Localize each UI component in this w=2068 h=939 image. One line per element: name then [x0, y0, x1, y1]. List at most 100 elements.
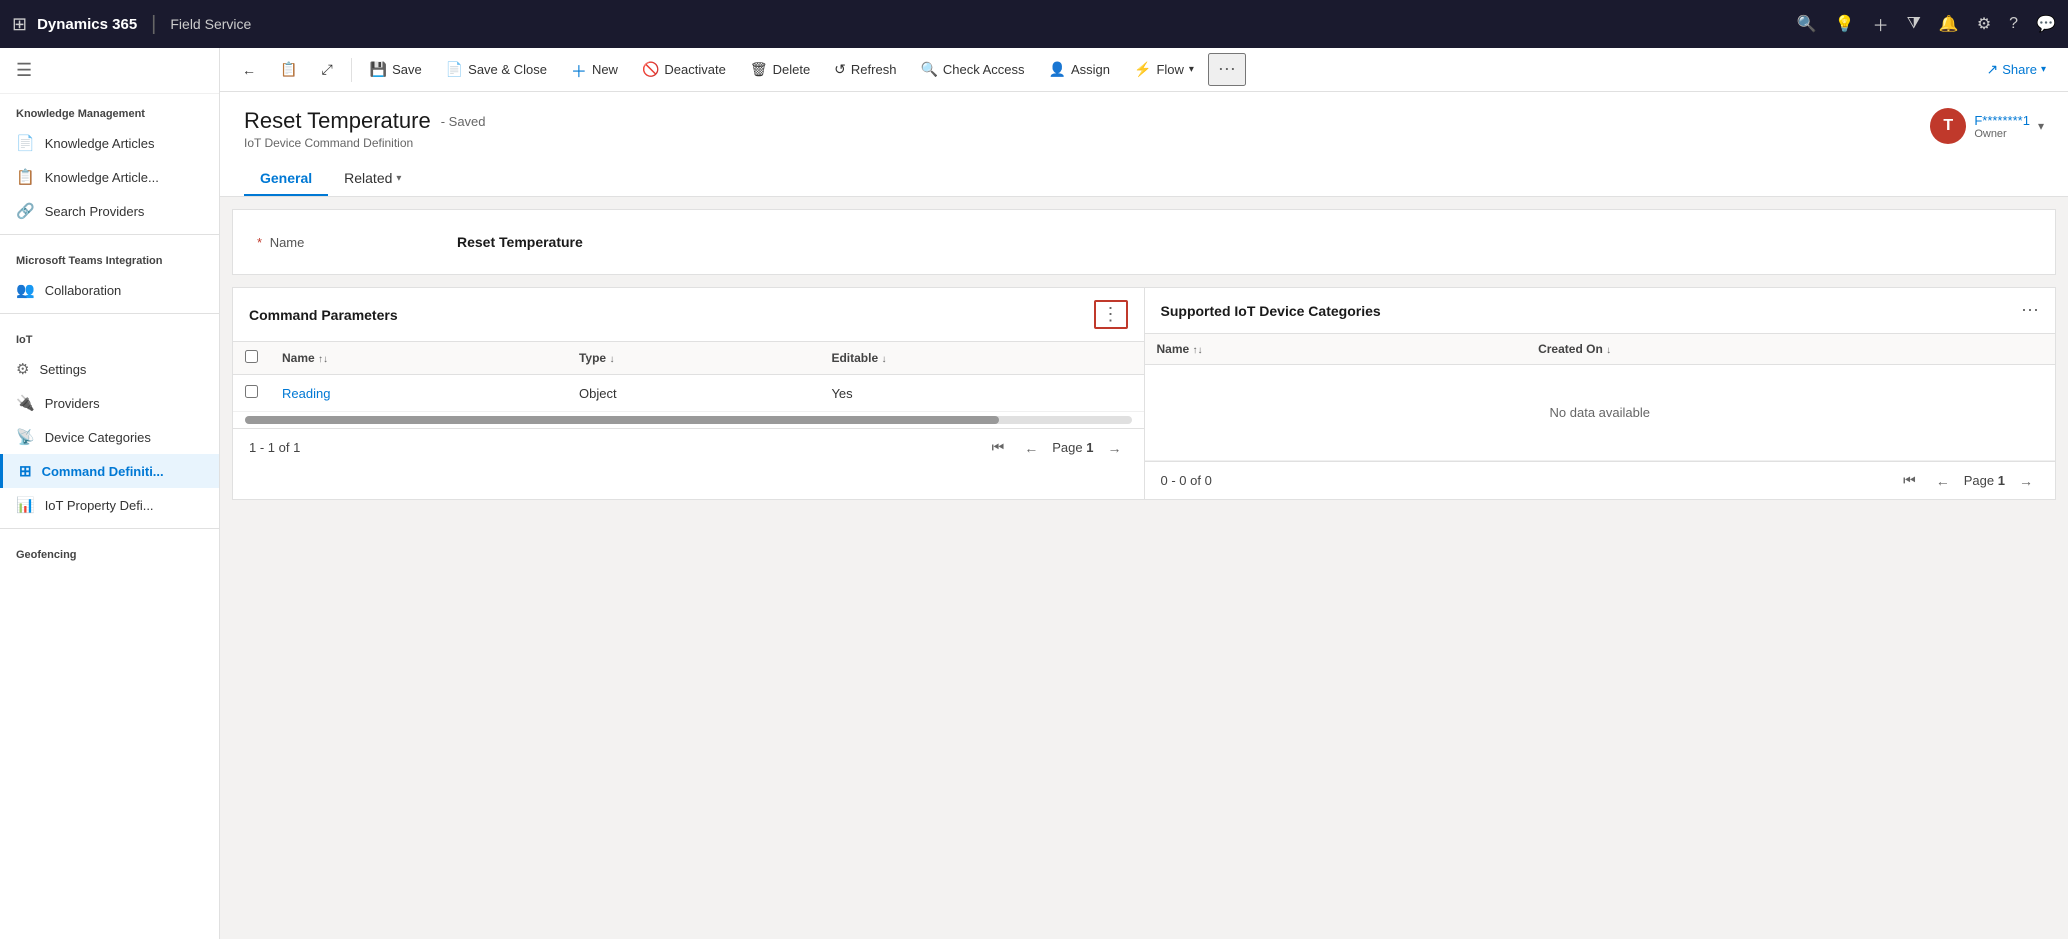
tab-related-label: Related	[344, 170, 392, 186]
select-all-checkbox[interactable]	[245, 350, 258, 363]
save-button[interactable]: 💾 Save	[360, 55, 432, 84]
save-icon: 💾	[370, 61, 387, 78]
sidebar-divider-3	[0, 528, 219, 529]
check-access-button[interactable]: 🔍 Check Access	[910, 55, 1034, 84]
sidebar-item-iot-property-def[interactable]: 📊 IoT Property Defi...	[0, 488, 219, 522]
row-checkbox[interactable]	[245, 385, 258, 398]
save-close-button[interactable]: 📄 Save & Close	[436, 55, 557, 84]
col-type-label: Type	[579, 351, 606, 365]
lightbulb-icon[interactable]: 💡	[1835, 14, 1855, 34]
tab-related[interactable]: Related ▾	[328, 162, 417, 196]
command-bar: ← 📋 ⤢ 💾 Save 📄 Save & Close ＋ New	[220, 48, 2068, 92]
iot-next-page-button[interactable]: →	[2013, 471, 2039, 491]
settings-icon[interactable]: ⚙	[1977, 14, 1991, 34]
first-page-button[interactable]: ⏮	[986, 437, 1011, 458]
delete-icon: 🗑	[750, 61, 768, 78]
name-required-mark: *	[257, 235, 262, 250]
refresh-icon: ↺	[834, 61, 846, 78]
search-icon[interactable]: 🔍	[1797, 14, 1817, 34]
iot-first-page-button[interactable]: ⏮	[1897, 470, 1922, 491]
form-icon-button[interactable]: 📋	[270, 55, 307, 84]
command-definitions-icon: ⊞	[19, 462, 32, 480]
add-icon[interactable]: ＋	[1873, 12, 1889, 36]
horizontal-scrollbar[interactable]	[245, 416, 1132, 424]
deactivate-button[interactable]: 🚫 Deactivate	[632, 55, 736, 84]
expand-button[interactable]: ⤢	[311, 55, 342, 84]
sidebar: ☰ Knowledge Management 📄 Knowledge Artic…	[0, 48, 220, 939]
iot-pagination-controls: ⏮ ← Page 1 →	[1897, 470, 2039, 491]
col-iot-name-header[interactable]: Name ↑↓	[1145, 334, 1527, 365]
owner-avatar: T	[1930, 108, 1966, 144]
tab-general[interactable]: General	[244, 162, 328, 196]
refresh-button[interactable]: ↺ Refresh	[824, 55, 906, 84]
brand-separator: |	[151, 13, 156, 36]
sidebar-item-search-providers[interactable]: 🔗 Search Providers	[0, 194, 219, 228]
sidebar-item-knowledge-articles[interactable]: 📄 Knowledge Articles	[0, 126, 219, 160]
sidebar-item-providers[interactable]: 🔌 Providers	[0, 386, 219, 420]
iot-property-def-label: IoT Property Defi...	[45, 498, 154, 513]
col-editable-label: Editable	[831, 351, 878, 365]
search-providers-label: Search Providers	[45, 204, 145, 219]
sidebar-section-teams: Microsoft Teams Integration	[0, 241, 219, 273]
supported-iot-header-row: Name ↑↓ Created On ↓	[1145, 334, 2056, 365]
filter-icon[interactable]: ⧩	[1907, 15, 1921, 33]
command-parameters-more-button[interactable]: ⋮	[1094, 300, 1128, 329]
no-data-cell: No data available	[1145, 365, 2056, 461]
form-value-name[interactable]: Reset Temperature	[457, 234, 583, 250]
share-button[interactable]: ↗ Share ▾	[1977, 55, 2056, 84]
next-page-button[interactable]: →	[1102, 438, 1128, 458]
command-parameters-table: Name ↑↓ Type ↓ Editable	[233, 342, 1144, 412]
sidebar-item-command-definitions[interactable]: ⊞ Command Definiti...	[0, 454, 219, 488]
chat-icon[interactable]: 💬	[2036, 14, 2056, 34]
sidebar-section-geofencing: Geofencing	[0, 535, 219, 567]
new-button[interactable]: ＋ New	[561, 52, 628, 88]
command-definitions-label: Command Definiti...	[42, 464, 164, 479]
sidebar-item-collaboration[interactable]: 👥 Collaboration	[0, 273, 219, 307]
flow-button[interactable]: ⚡ Flow ▾	[1124, 55, 1204, 84]
col-type-header[interactable]: Type ↓	[567, 342, 819, 375]
notification-icon[interactable]: 🔔	[1939, 14, 1959, 34]
record-title-text: Reset Temperature	[244, 108, 431, 134]
flow-chevron: ▾	[1189, 64, 1194, 75]
sidebar-divider-1	[0, 234, 219, 235]
grid-menu-icon[interactable]: ⊞	[12, 14, 27, 35]
table-row: Reading Object Yes	[233, 375, 1144, 412]
delete-button[interactable]: 🗑 Delete	[740, 55, 820, 84]
providers-icon: 🔌	[16, 394, 35, 412]
col-checkbox[interactable]	[233, 342, 270, 375]
knowledge-articles-label: Knowledge Articles	[45, 136, 155, 151]
sidebar-section-iot: IoT	[0, 320, 219, 352]
row-name-cell[interactable]: Reading	[270, 375, 567, 412]
top-nav-icons: 🔍 💡 ＋ ⧩ 🔔 ⚙ ? 💬	[1797, 12, 2056, 36]
prev-page-button[interactable]: ←	[1018, 438, 1044, 458]
owner-chevron-icon[interactable]: ▾	[2038, 119, 2044, 133]
iot-property-icon: 📊	[16, 496, 35, 514]
iot-prev-page-button[interactable]: ←	[1930, 471, 1956, 491]
col-created-on-header[interactable]: Created On ↓	[1526, 334, 2055, 365]
delete-label: Delete	[773, 62, 811, 77]
supported-iot-grid: Supported IoT Device Categories ⋯ Name ↑…	[1145, 287, 2057, 500]
sidebar-item-device-categories[interactable]: 📡 Device Categories	[0, 420, 219, 454]
hamburger-icon[interactable]: ☰	[16, 60, 32, 80]
help-icon[interactable]: ?	[2009, 15, 2018, 33]
sidebar-item-settings[interactable]: ⚙ Settings	[0, 352, 219, 386]
share-label: Share	[2002, 62, 2037, 77]
col-name-header[interactable]: Name ↑↓	[270, 342, 567, 375]
knowledge-templates-icon: 📋	[16, 168, 35, 186]
record-owner[interactable]: T F********1 Owner ▾	[1930, 108, 2044, 144]
grids-row: Command Parameters ⋮ N	[232, 287, 2056, 500]
knowledge-articles-icon: 📄	[16, 134, 35, 152]
sidebar-toggle[interactable]: ☰	[0, 48, 219, 94]
owner-info: F********1 Owner	[1974, 113, 2030, 140]
pagination-controls: ⏮ ← Page 1 →	[986, 437, 1128, 458]
more-commands-button[interactable]: ⋯	[1208, 53, 1246, 86]
scroll-thumb	[245, 416, 999, 424]
command-parameters-table-wrapper: Name ↑↓ Type ↓ Editable	[233, 342, 1144, 412]
assign-button[interactable]: 👤 Assign	[1039, 55, 1120, 84]
col-editable-header[interactable]: Editable ↓	[819, 342, 1143, 375]
save-label: Save	[392, 62, 422, 77]
back-button[interactable]: ←	[232, 56, 266, 84]
sidebar-item-knowledge-article-templates[interactable]: 📋 Knowledge Article...	[0, 160, 219, 194]
save-close-icon: 📄	[446, 61, 463, 78]
supported-iot-more-button[interactable]: ⋯	[2021, 300, 2039, 321]
